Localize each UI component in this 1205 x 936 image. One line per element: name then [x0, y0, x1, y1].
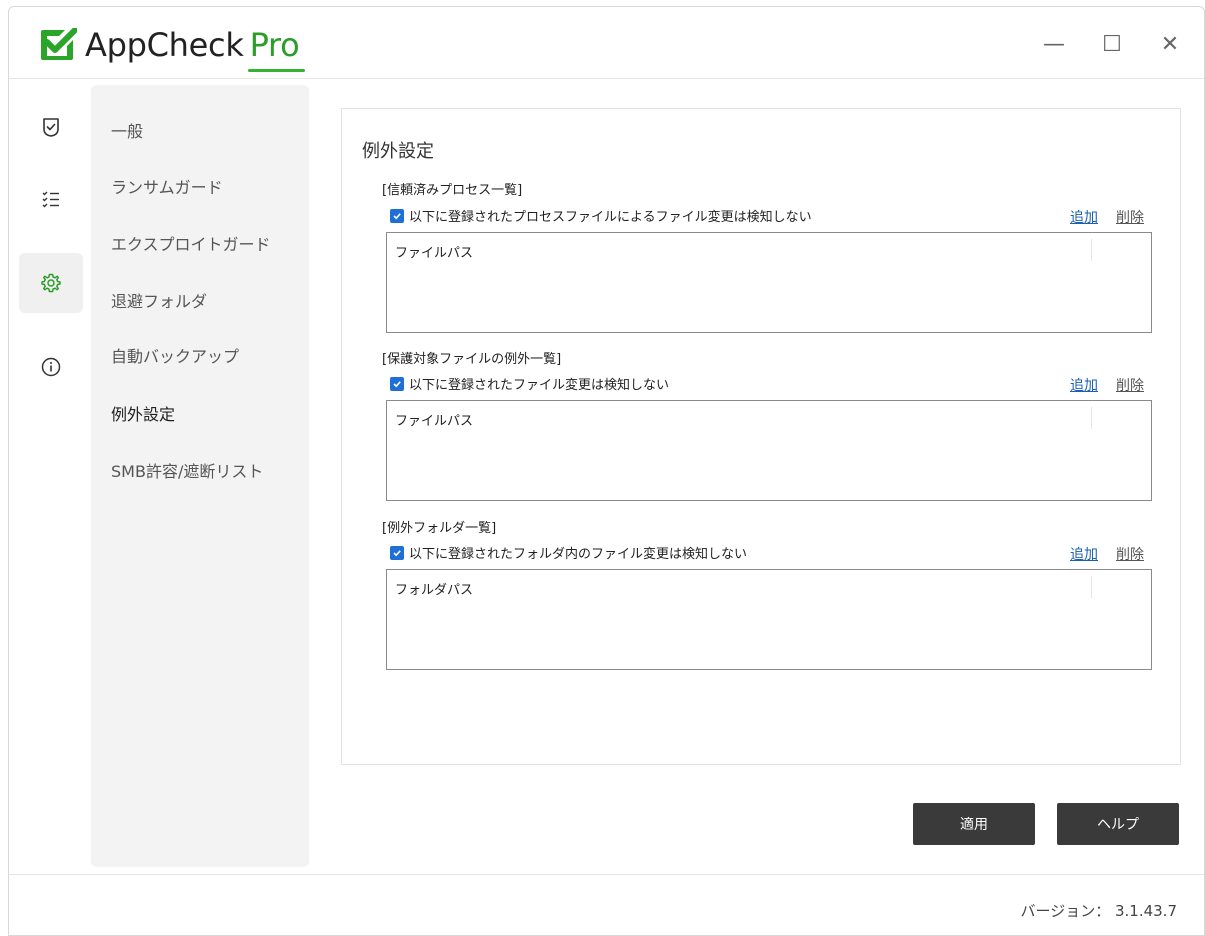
info-icon: [41, 357, 61, 377]
close-button[interactable]: ✕: [1155, 29, 1185, 59]
trusted-process-list[interactable]: ファイルパス: [386, 232, 1152, 333]
column-header: ファイルパス: [395, 414, 474, 429]
minimize-button[interactable]: —: [1039, 29, 1069, 59]
checkbox-checked[interactable]: [390, 545, 404, 560]
rail-item-logs[interactable]: [19, 169, 83, 229]
version-label: バージョン： 3.1.43.7: [1020, 902, 1178, 920]
submenu-item-evacuation-folder[interactable]: 退避フォルダ: [111, 288, 207, 312]
trusted-process-heading: [信頼済みプロセス一覧]: [382, 183, 523, 198]
checklist-icon: [42, 191, 59, 208]
column-header: フォルダパス: [395, 583, 474, 598]
check-icon: [393, 212, 401, 219]
delete-link[interactable]: 削除: [1116, 375, 1144, 395]
rail-item-status[interactable]: [19, 97, 83, 157]
submenu-item-general[interactable]: 一般: [111, 118, 143, 142]
checkbox-label: 以下に登録されたフォルダ内のファイル変更は検知しない: [409, 547, 748, 562]
add-link[interactable]: 追加: [1070, 544, 1098, 564]
protected-file-exception-heading: [保護対象ファイルの例外一覧]: [382, 352, 562, 367]
submenu-item-ransom-guard[interactable]: ランサムガード: [111, 174, 223, 198]
submenu-item-exploit-guard[interactable]: エクスプロイトガード: [111, 231, 271, 255]
title-bar: AppCheck Pro — ☐ ✕: [9, 7, 1204, 79]
shield-check-icon: [43, 118, 59, 137]
column-header: ファイルパス: [395, 246, 474, 261]
app-logo: AppCheck Pro: [39, 25, 300, 65]
footer-divider: [9, 874, 1204, 875]
app-name: AppCheck Pro: [85, 26, 300, 64]
exceptions-panel: 例外設定 [信頼済みプロセス一覧] 以下に登録されたプロセスファイルによるファイ…: [341, 108, 1181, 765]
rail-item-settings[interactable]: [19, 253, 83, 313]
app-edition: Pro: [249, 26, 300, 64]
page-title: 例外設定: [362, 141, 434, 162]
check-icon: [393, 549, 401, 556]
delete-link[interactable]: 削除: [1116, 207, 1144, 227]
add-link[interactable]: 追加: [1070, 207, 1098, 227]
checkbox-checked[interactable]: [390, 208, 404, 223]
protected-file-exception-list[interactable]: ファイルパス: [386, 400, 1152, 501]
checkbox-label: 以下に登録されたプロセスファイルによるファイル変更は検知しない: [409, 210, 812, 225]
add-link[interactable]: 追加: [1070, 375, 1098, 395]
app-window: AppCheck Pro — ☐ ✕ 一般 ランサムガード エクスプロイトガード…: [8, 6, 1205, 936]
delete-link[interactable]: 削除: [1116, 544, 1144, 564]
exception-folder-heading: [例外フォルダ一覧]: [382, 521, 497, 536]
submenu-item-smb-list[interactable]: SMB許容/遮断リスト: [111, 458, 263, 482]
protected-file-checkbox-row[interactable]: 以下に登録されたファイル変更は検知しない: [390, 374, 669, 393]
apply-button[interactable]: 適用: [913, 803, 1035, 845]
column-divider: [1091, 407, 1092, 429]
gear-icon: [41, 273, 61, 293]
column-divider: [1091, 239, 1092, 261]
rail-item-info[interactable]: [19, 337, 83, 397]
exception-folder-checkbox-row[interactable]: 以下に登録されたフォルダ内のファイル変更は検知しない: [390, 543, 747, 562]
exception-folder-list[interactable]: フォルダパス: [386, 569, 1152, 670]
submenu-item-auto-backup[interactable]: 自動バックアップ: [111, 343, 239, 367]
checkbox-label: 以下に登録されたファイル変更は検知しない: [409, 378, 670, 393]
maximize-button[interactable]: ☐: [1097, 29, 1127, 59]
check-icon: [393, 380, 401, 387]
help-button[interactable]: ヘルプ: [1057, 803, 1179, 845]
shield-check-icon: [41, 28, 77, 60]
submenu-item-exceptions[interactable]: 例外設定: [111, 401, 175, 425]
column-divider: [1091, 576, 1092, 598]
trusted-process-checkbox-row[interactable]: 以下に登録されたプロセスファイルによるファイル変更は検知しない: [390, 206, 812, 225]
settings-submenu: 一般 ランサムガード エクスプロイトガード 退避フォルダ 自動バックアップ 例外…: [91, 85, 309, 867]
app-name-text: AppCheck: [85, 26, 244, 64]
checkbox-checked[interactable]: [390, 376, 404, 391]
